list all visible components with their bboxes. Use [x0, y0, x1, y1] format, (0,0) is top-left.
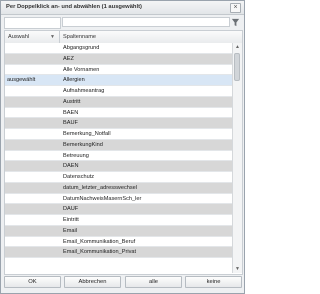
table-row[interactable]: DAUF: [5, 204, 233, 215]
table-row[interactable]: Alle Vornamen: [5, 64, 233, 76]
table-row[interactable]: Betreuung: [5, 150, 233, 162]
table-row[interactable]: AEZ: [5, 53, 233, 65]
table-row[interactable]: BAEN: [5, 107, 233, 119]
table-row[interactable]: Email_Kommunikation_Beruf: [5, 236, 233, 248]
close-button[interactable]: ×: [230, 3, 241, 13]
scroll-up-icon[interactable]: ▲: [233, 43, 242, 51]
filter-auswahl-field[interactable]: [4, 17, 61, 29]
grid-rows: Abgangsgrund AEZ Alle Vornamen ausgewählt Al…: [5, 43, 233, 258]
filter-input[interactable]: [62, 17, 230, 27]
column-header-label: Spaltenname: [63, 34, 96, 40]
cell-spaltenname: DatumNachweisMasernSch_ler: [63, 195, 142, 202]
table-row[interactable]: BemerkungKind: [5, 139, 233, 151]
column-header-label: Auswahl: [8, 34, 30, 40]
table-row[interactable]: Eintritt: [5, 215, 233, 226]
cell-spaltenname: Email: [63, 227, 77, 234]
cell-spaltenname: Datenschutz: [63, 174, 95, 180]
table-row[interactable]: Aufnahmeantrag: [5, 86, 233, 97]
titlebar: Per Doppelklick an- und abwählen (1 ausg…: [1, 1, 244, 15]
dialog-title: Per Doppelklick an- und abwählen (1 ausg…: [6, 4, 142, 10]
cell-spaltenname: datum_letzter_adresswechsel: [63, 184, 137, 191]
button-bar: OK Abbrechen alle keine: [4, 276, 242, 289]
cell-spaltenname: Alle Vornamen: [63, 66, 100, 73]
table-row[interactable]: DatumNachweisMasernSch_ler: [5, 193, 233, 205]
cell-spaltenname: Betreuung: [63, 152, 89, 159]
filter-icon[interactable]: [231, 18, 240, 27]
column-header-auswahl[interactable]: Auswahl ▼: [5, 31, 60, 43]
cell-spaltenname: Austritt: [63, 98, 81, 105]
scroll-down-icon[interactable]: ▼: [233, 265, 242, 273]
column-selection-dialog: Per Doppelklick an- und abwählen (1 ausg…: [0, 0, 245, 294]
table-row[interactable]: BAUF: [5, 118, 233, 129]
cell-spaltenname: BemerkungKind: [63, 141, 103, 148]
table-row[interactable]: ausgewählt Allergien: [5, 75, 233, 86]
cell-spaltenname: Email_Kommunikation_Beruf: [63, 238, 136, 245]
table-row[interactable]: Abgangsgrund: [5, 43, 233, 54]
table-row[interactable]: Datenschutz: [5, 172, 233, 183]
vertical-scrollbar[interactable]: ▲ ▼: [232, 43, 242, 273]
cell-spaltenname: BAUF: [63, 120, 78, 127]
table-row[interactable]: DAEN: [5, 161, 233, 172]
cell-spaltenname: Allergien: [63, 77, 85, 84]
table-row[interactable]: Austritt: [5, 96, 233, 108]
cell-spaltenname: DAEN: [63, 163, 79, 170]
sort-indicator-icon: ▼: [50, 34, 55, 40]
table-row[interactable]: Email: [5, 225, 233, 237]
cancel-button[interactable]: Abbrechen: [64, 276, 121, 288]
table-row[interactable]: datum_letzter_adresswechsel: [5, 182, 233, 194]
ok-button[interactable]: OK: [4, 276, 61, 288]
table-row[interactable]: Email_Kommunikation_Privat: [5, 247, 233, 258]
select-all-button[interactable]: alle: [125, 276, 182, 288]
scroll-thumb[interactable]: [234, 53, 240, 81]
cell-spaltenname: Aufnahmeantrag: [63, 88, 105, 94]
column-header-spaltenname[interactable]: Spaltenname: [60, 31, 232, 43]
cell-spaltenname: BAEN: [63, 109, 79, 116]
select-none-button[interactable]: keine: [185, 276, 242, 288]
cell-spaltenname: Abgangsgrund: [63, 45, 100, 51]
cell-auswahl: ausgewählt: [7, 77, 36, 84]
cell-spaltenname: DAUF: [63, 206, 79, 213]
cell-spaltenname: AEZ: [63, 55, 74, 62]
filter-row: [4, 17, 241, 29]
cell-spaltenname: Eintritt: [63, 217, 79, 223]
cell-spaltenname: Bemerkung_Notfall: [63, 131, 111, 137]
table-row[interactable]: Bemerkung_Notfall: [5, 129, 233, 140]
column-grid: Auswahl ▼ Spaltenname Abgangsgrund AEZ All…: [4, 30, 243, 275]
cell-spaltenname: Email_Kommunikation_Privat: [63, 249, 137, 256]
